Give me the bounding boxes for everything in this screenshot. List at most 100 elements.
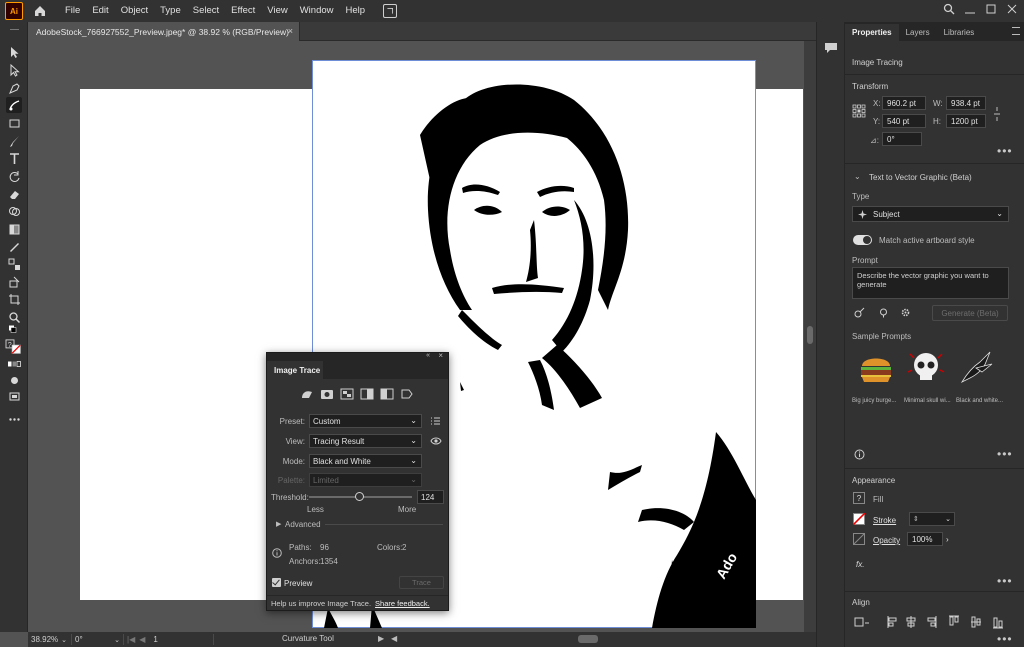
artboard-navigator[interactable]: |◀ ◀ 1: [124, 634, 214, 645]
selection-tool-icon[interactable]: [6, 44, 22, 60]
w-field[interactable]: 938.4 pt: [946, 96, 986, 110]
minimize-icon[interactable]: [964, 3, 976, 15]
artboard-tool-icon[interactable]: [6, 291, 22, 307]
zoom-field[interactable]: 38.92% ⌄: [28, 634, 72, 645]
preview-checkbox[interactable]: [272, 578, 281, 587]
screen-mode-icon[interactable]: [6, 388, 22, 404]
image-trace-titlebar[interactable]: « ×: [267, 351, 448, 361]
threshold-field[interactable]: 124: [417, 490, 444, 504]
tab-layers[interactable]: Layers: [899, 24, 937, 41]
view-eye-icon[interactable]: [430, 436, 442, 446]
high-color-preset-icon[interactable]: [319, 387, 335, 401]
eraser-tool-icon[interactable]: [6, 186, 22, 202]
low-color-preset-icon[interactable]: [339, 387, 355, 401]
document-tab[interactable]: AdobeStock_766927552_Preview.jpeg* @ 38.…: [28, 22, 300, 41]
toolbar-grip[interactable]: [6, 26, 22, 32]
palette-dropdown[interactable]: Limited ⌄: [309, 473, 422, 487]
black-white-preset-icon[interactable]: [379, 387, 395, 401]
y-field[interactable]: 540 pt: [882, 114, 926, 128]
color-mode-icons[interactable]: [6, 360, 22, 368]
opacity-icon[interactable]: [853, 533, 865, 545]
transform-more-icon[interactable]: •••: [997, 144, 1013, 158]
status-back-icon[interactable]: ◀: [391, 634, 397, 643]
horizontal-scrollbar-thumb[interactable]: [578, 635, 598, 643]
shape-builder-tool-icon[interactable]: [6, 203, 22, 219]
artboard-number[interactable]: 1: [153, 635, 157, 644]
fx-icon[interactable]: fx.: [856, 560, 864, 569]
menu-edit[interactable]: Edit: [86, 0, 114, 22]
auto-color-preset-icon[interactable]: [299, 387, 315, 401]
direct-selection-tool-icon[interactable]: [6, 62, 22, 78]
search-icon[interactable]: [943, 3, 955, 15]
constrain-proportions-icon[interactable]: [993, 106, 1001, 122]
image-trace-tab[interactable]: Image Trace: [267, 361, 323, 379]
opacity-field[interactable]: 100%: [907, 532, 943, 546]
align-more-icon[interactable]: •••: [997, 632, 1013, 646]
angle-field[interactable]: 0°: [882, 132, 922, 146]
opacity-label[interactable]: Opacity: [873, 536, 900, 545]
collapse-panel-icon[interactable]: «: [426, 352, 430, 359]
menu-select[interactable]: Select: [187, 0, 225, 22]
trace-button[interactable]: Trace: [399, 576, 444, 589]
menu-view[interactable]: View: [261, 0, 293, 22]
lightbulb-icon[interactable]: [878, 307, 889, 318]
blend-tool-icon[interactable]: [6, 256, 22, 272]
collapse-chevron-icon[interactable]: ⌄: [854, 172, 861, 181]
sample-skull-thumbnail[interactable]: [906, 348, 946, 388]
rotation-field[interactable]: 0° ⌄: [72, 634, 124, 645]
align-buttons-icons[interactable]: [854, 615, 1014, 629]
type-tool-icon[interactable]: [6, 150, 22, 166]
threshold-slider-handle[interactable]: [355, 492, 365, 501]
menu-object[interactable]: Object: [115, 0, 154, 22]
rectangle-tool-icon[interactable]: [6, 115, 22, 131]
view-dropdown[interactable]: Tracing Result ⌄: [309, 434, 422, 448]
prev-artboard-icon[interactable]: ◀: [139, 635, 145, 644]
opacity-arrow-icon[interactable]: ›: [946, 535, 949, 544]
share-feedback-link[interactable]: Share feedback.: [375, 599, 430, 608]
advanced-label[interactable]: Advanced: [285, 520, 321, 529]
arrange-documents-icon[interactable]: [383, 4, 398, 18]
paintbrush-tool-icon[interactable]: [6, 133, 22, 149]
preset-dropdown[interactable]: Custom ⌄: [309, 414, 422, 428]
subject-type-dropdown[interactable]: Subject ⌄: [852, 206, 1009, 222]
sample-burger-thumbnail[interactable]: [856, 348, 896, 388]
more-tools-icon[interactable]: [6, 411, 22, 427]
style-picker-icon[interactable]: [854, 307, 865, 318]
home-icon[interactable]: [33, 4, 47, 18]
close-tab-icon[interactable]: ×: [288, 26, 293, 36]
mode-dropdown[interactable]: Black and White ⌄: [309, 454, 422, 468]
restore-icon[interactable]: [985, 3, 997, 15]
prompt-input[interactable]: Describe the vector graphic you want to …: [852, 267, 1009, 299]
fill-stroke-swatch-icon[interactable]: ?: [4, 338, 24, 356]
text-to-vector-more-icon[interactable]: •••: [997, 447, 1013, 461]
menu-effect[interactable]: Effect: [225, 0, 261, 22]
sample-bird-thumbnail[interactable]: [956, 348, 996, 388]
menu-window[interactable]: Window: [294, 0, 340, 22]
stroke-weight-field[interactable]: ⇕ ⌄: [909, 512, 955, 526]
menu-type[interactable]: Type: [154, 0, 187, 22]
panel-menu-icon[interactable]: [1012, 27, 1020, 35]
reference-point-icon[interactable]: [852, 104, 866, 118]
x-field[interactable]: 960.2 pt: [882, 96, 926, 110]
first-artboard-icon[interactable]: |◀: [127, 635, 135, 644]
appearance-more-icon[interactable]: •••: [997, 574, 1013, 588]
match-style-toggle[interactable]: [853, 235, 872, 245]
tab-properties[interactable]: Properties: [845, 24, 899, 41]
rotate-tool-icon[interactable]: [6, 168, 22, 184]
grayscale-preset-icon[interactable]: [359, 387, 375, 401]
info-icon[interactable]: [854, 449, 865, 460]
stroke-swatch-icon[interactable]: [853, 513, 865, 525]
default-colors-icon[interactable]: [6, 324, 22, 334]
live-paint-tool-icon[interactable]: [6, 274, 22, 290]
comments-icon[interactable]: [824, 42, 838, 54]
status-arrow-icon[interactable]: ▶: [378, 634, 384, 643]
close-panel-icon[interactable]: ×: [438, 351, 443, 360]
draw-mode-icon[interactable]: [6, 372, 22, 388]
stroke-label[interactable]: Stroke: [873, 516, 896, 525]
eyedropper-tool-icon[interactable]: [6, 239, 22, 255]
settings-gear-icon[interactable]: [900, 307, 911, 318]
menu-help[interactable]: Help: [340, 0, 372, 22]
gradient-tool-icon[interactable]: [6, 221, 22, 237]
vertical-scrollbar[interactable]: [804, 41, 816, 632]
menu-file[interactable]: File: [59, 0, 86, 22]
